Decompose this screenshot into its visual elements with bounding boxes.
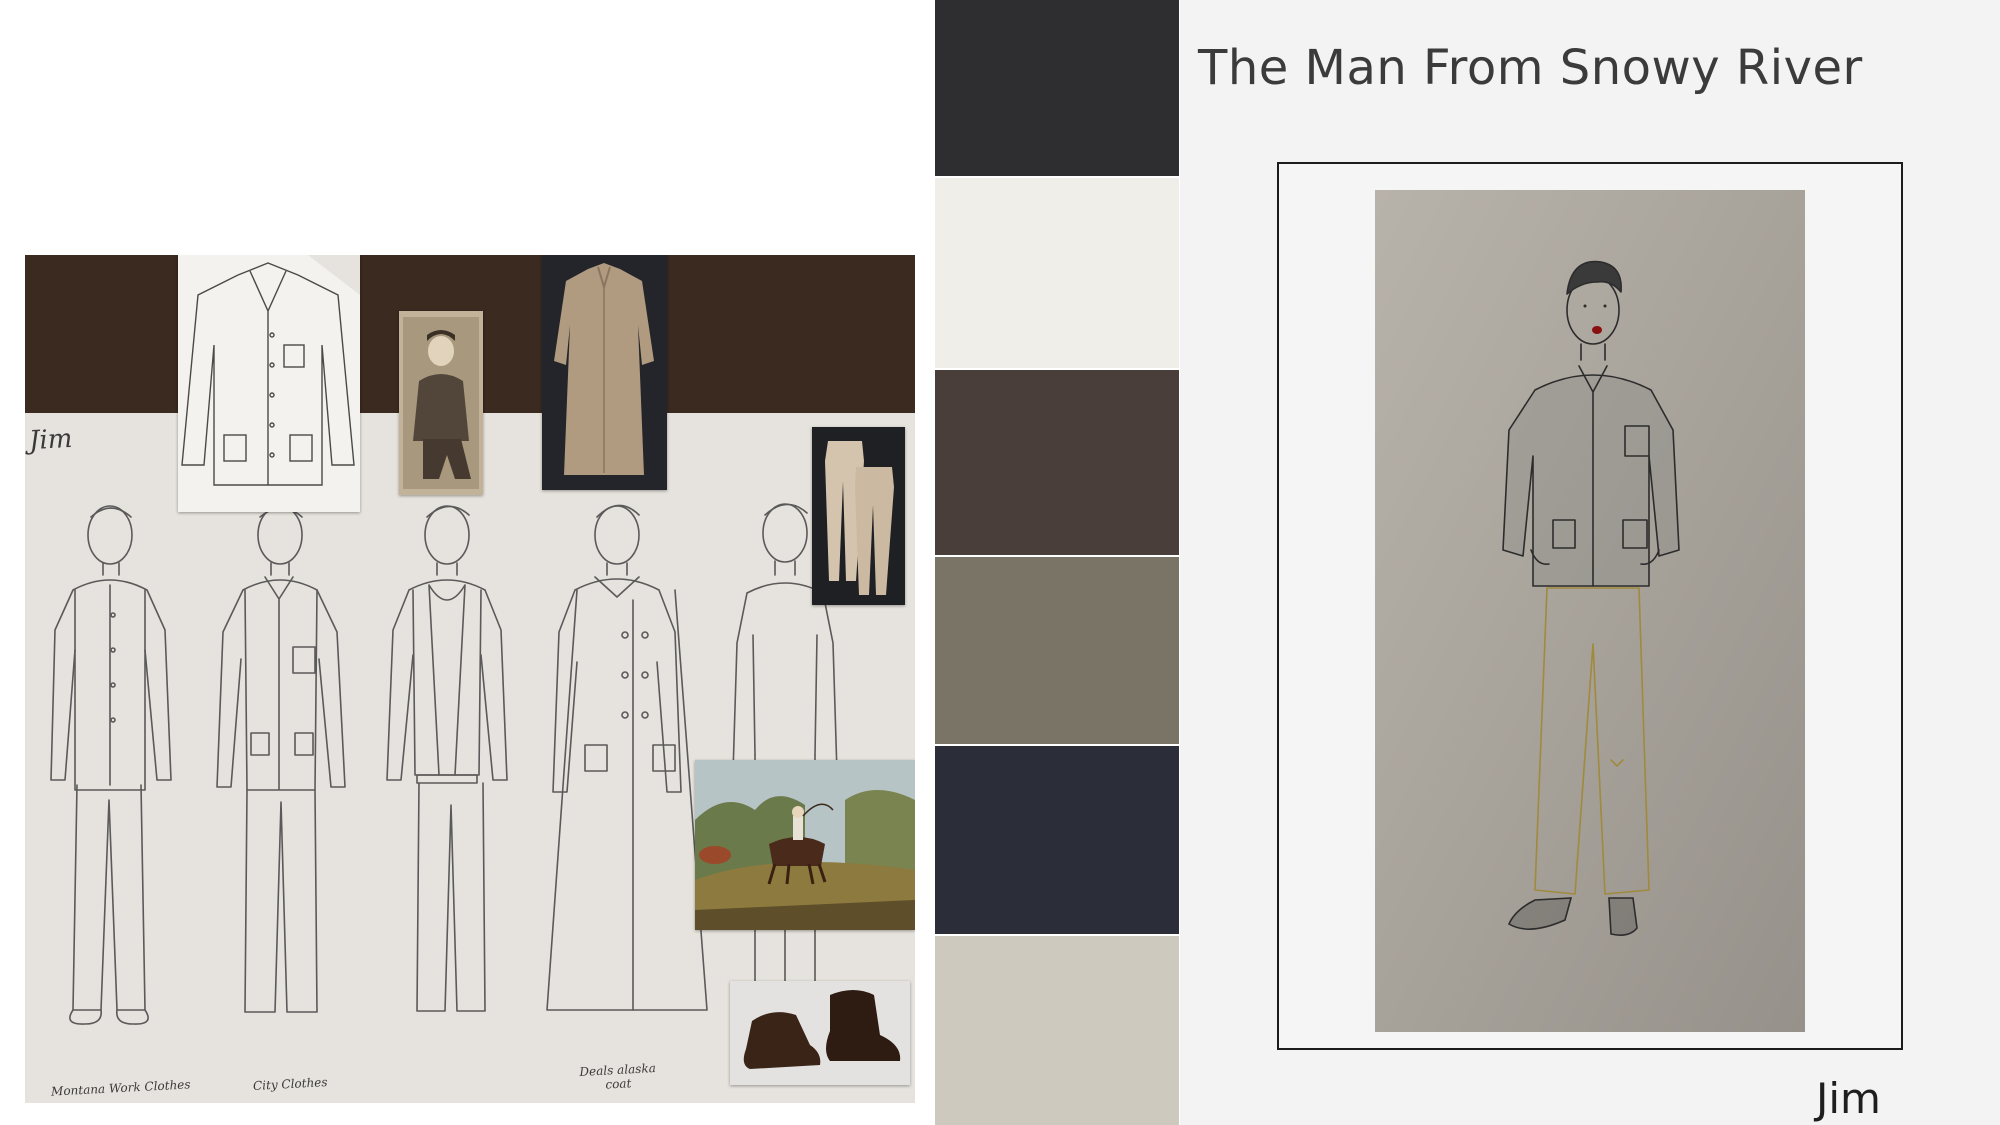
long-johns-photo-art xyxy=(812,427,905,605)
ref-vintage-photo xyxy=(399,311,483,495)
costume-rendering-art xyxy=(1375,190,1805,1032)
swatch-navy xyxy=(935,746,1179,934)
ref-long-johns-photo xyxy=(812,427,905,605)
swatch-dark-brown xyxy=(935,370,1179,555)
caption-alaska-coat: Deals alaska coat xyxy=(579,1061,657,1092)
swatch-olive-taupe xyxy=(935,557,1179,744)
card-title: The Man From Snowy River xyxy=(1198,40,1863,96)
sketch-figure-work-clothes xyxy=(50,505,172,1025)
swatch-stone xyxy=(935,936,1179,1125)
costume-rendering-card: The Man From Snowy River Jim xyxy=(1180,0,2000,1125)
sketch-figure-city-clothes xyxy=(216,505,346,1013)
ref-long-coat-photo xyxy=(542,255,667,490)
ref-boots-photo xyxy=(730,981,910,1085)
long-coat-photo-art xyxy=(542,255,667,490)
ref-jacket-sketch xyxy=(178,255,360,512)
sketch-board: Jim Montana Work Clothes City Clothes De… xyxy=(25,255,915,1103)
color-palette xyxy=(935,0,1179,1125)
swatch-charcoal xyxy=(935,0,1179,176)
sketch-figure-cardigan xyxy=(386,505,508,1012)
cattle-drive-painting-art xyxy=(695,760,915,930)
vintage-photo-art xyxy=(399,311,483,495)
card-frame xyxy=(1277,162,1903,1050)
sketch-figure-long-coat xyxy=(546,504,708,1011)
swatch-off-white xyxy=(935,178,1179,368)
costume-rendering xyxy=(1375,190,1805,1032)
ref-cattle-drive-painting xyxy=(695,760,915,930)
boots-photo-art xyxy=(730,981,910,1085)
card-character-label: Jim xyxy=(1816,1074,1881,1123)
jacket-sketch-art xyxy=(181,255,360,486)
